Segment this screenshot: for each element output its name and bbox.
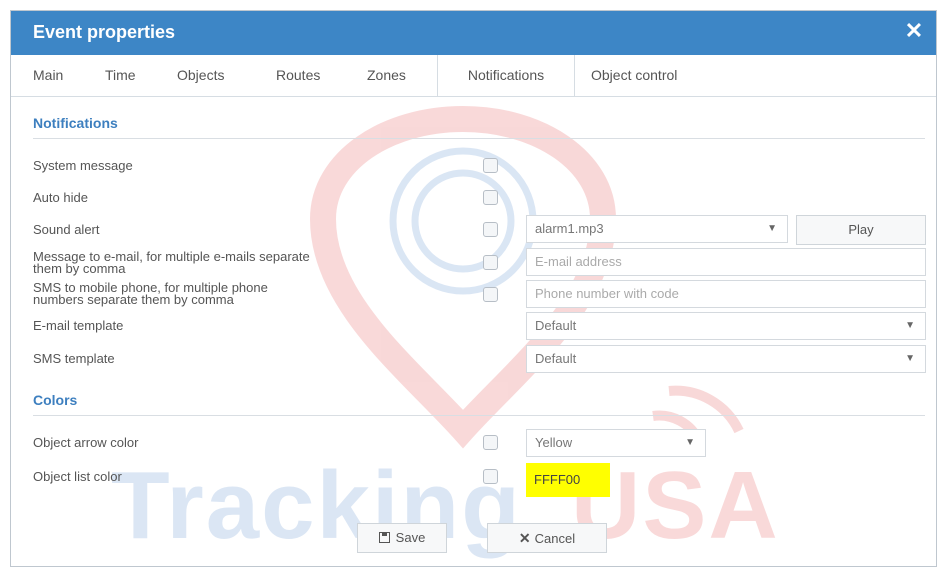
object-arrow-color-label: Object arrow color xyxy=(33,435,139,450)
watermark-tracking: Tracking xyxy=(111,452,522,559)
email-placeholder: E-mail address xyxy=(535,254,622,269)
system-message-label: System message xyxy=(33,158,133,173)
event-properties-dialog: Event properties ✕ Main Time Objects Rou… xyxy=(10,10,937,567)
email-template-select[interactable]: Default ▼ xyxy=(526,312,926,340)
floppy-disk-icon xyxy=(378,532,390,543)
tab-routes[interactable]: Routes xyxy=(276,55,320,95)
object-list-color-input[interactable]: FFFF00 xyxy=(526,463,610,497)
tab-notifications[interactable]: Notifications xyxy=(437,55,575,96)
section-colors-heading: Colors xyxy=(33,392,78,408)
tab-time[interactable]: Time xyxy=(105,55,136,95)
cancel-label: Cancel xyxy=(534,531,576,546)
email-checkbox[interactable] xyxy=(483,255,498,270)
cancel-button[interactable]: ✕ Cancel xyxy=(487,523,607,553)
tab-bar: Main Time Objects Routes Zones Notificat… xyxy=(11,55,936,97)
email-address-input[interactable]: E-mail address xyxy=(526,248,926,276)
sound-alert-label: Sound alert xyxy=(33,222,100,237)
tab-object-control[interactable]: Object control xyxy=(591,55,677,95)
object-list-color-checkbox[interactable] xyxy=(483,469,498,484)
auto-hide-checkbox[interactable] xyxy=(483,190,498,205)
sms-template-select[interactable]: Default ▼ xyxy=(526,345,926,373)
divider xyxy=(33,415,925,416)
dialog-title: Event properties xyxy=(33,22,176,42)
tab-objects[interactable]: Objects xyxy=(177,55,224,95)
chevron-down-icon: ▼ xyxy=(905,353,915,364)
email-template-value: Default xyxy=(535,318,577,333)
chevron-down-icon: ▼ xyxy=(767,223,777,234)
tab-zones[interactable]: Zones xyxy=(367,55,406,95)
system-message-checkbox[interactable] xyxy=(483,158,498,173)
sms-label-line2: numbers separate them by comma xyxy=(33,292,234,307)
sms-checkbox[interactable] xyxy=(483,287,498,302)
object-arrow-color-checkbox[interactable] xyxy=(483,435,498,450)
sound-file-value: alarm1.mp3 xyxy=(535,221,604,236)
sound-file-select[interactable]: alarm1.mp3 ▼ xyxy=(526,215,788,243)
auto-hide-label: Auto hide xyxy=(33,190,88,205)
email-label-line2: them by comma xyxy=(33,261,126,276)
sms-template-label: SMS template xyxy=(33,351,115,366)
title-bar: Event properties ✕ xyxy=(11,11,936,55)
object-arrow-color-value: Yellow xyxy=(535,435,573,450)
object-list-color-label: Object list color xyxy=(33,469,122,484)
save-label: Save xyxy=(395,530,426,545)
object-arrow-color-select[interactable]: Yellow ▼ xyxy=(526,429,706,457)
save-button[interactable]: Save xyxy=(357,523,447,553)
section-notifications-heading: Notifications xyxy=(33,115,118,131)
email-template-label: E-mail template xyxy=(33,318,124,333)
play-button[interactable]: Play xyxy=(796,215,926,245)
close-icon[interactable]: ✕ xyxy=(902,19,926,43)
tab-main[interactable]: Main xyxy=(33,55,63,95)
phone-number-input[interactable]: Phone number with code xyxy=(526,280,926,308)
sound-alert-checkbox[interactable] xyxy=(483,222,498,237)
divider xyxy=(33,138,925,139)
sms-template-value: Default xyxy=(535,351,577,366)
phone-placeholder: Phone number with code xyxy=(535,286,679,301)
chevron-down-icon: ▼ xyxy=(685,437,695,448)
chevron-down-icon: ▼ xyxy=(905,320,915,331)
x-icon: ✕ xyxy=(518,530,531,546)
